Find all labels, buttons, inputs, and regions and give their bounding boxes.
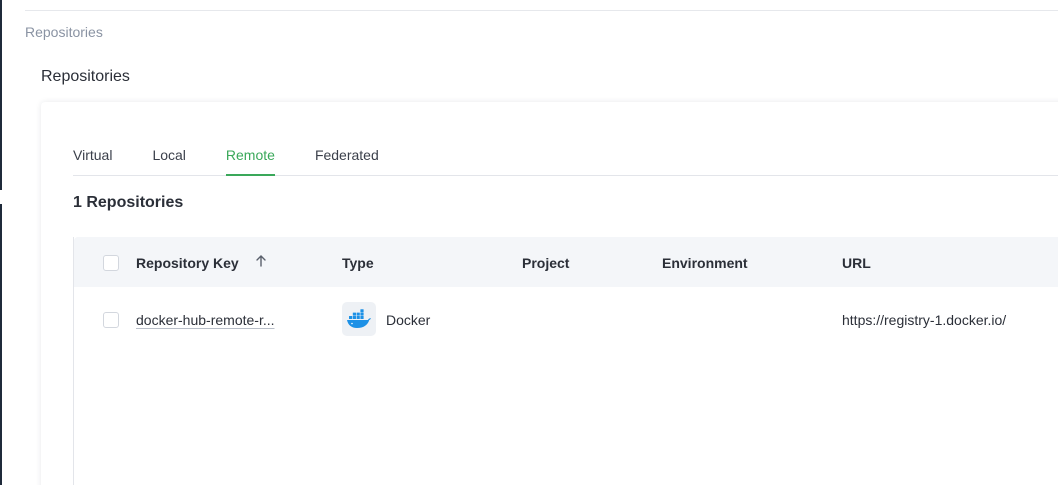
select-all-checkbox[interactable]: [103, 255, 119, 271]
left-sidebar-edge-lower: [0, 204, 2, 485]
repository-key-link[interactable]: docker-hub-remote-r...: [136, 312, 275, 328]
column-header-project[interactable]: Project: [522, 255, 569, 271]
arrow-up-icon[interactable]: [254, 253, 268, 269]
repository-url: https://registry-1.docker.io/: [842, 312, 1007, 328]
left-sidebar-edge: [0, 0, 2, 190]
repositories-table: Repository Key Type Project Environment …: [73, 237, 1058, 485]
tab-federated[interactable]: Federated: [315, 144, 379, 175]
page-title: Repositories: [41, 68, 130, 85]
docker-icon: [347, 309, 371, 328]
tab-local[interactable]: Local: [152, 144, 185, 175]
table-row[interactable]: docker-hub-remote-r... Docker https://re…: [74, 287, 1058, 352]
repositories-page: Repositories Repositories Virtual Local …: [0, 0, 1058, 485]
breadcrumb[interactable]: Repositories: [25, 24, 103, 40]
docker-type-badge: [342, 302, 376, 336]
top-divider: [25, 10, 1058, 11]
repository-type: Docker: [386, 312, 431, 328]
repository-count: 1 Repositories: [73, 194, 184, 211]
column-header-repository-key[interactable]: Repository Key: [136, 255, 239, 271]
column-header-type[interactable]: Type: [342, 255, 374, 271]
column-header-environment[interactable]: Environment: [662, 255, 748, 271]
repository-type-tabs: Virtual Local Remote Federated: [73, 144, 1058, 176]
tab-remote[interactable]: Remote: [225, 144, 275, 176]
table-header: Repository Key Type Project Environment …: [74, 237, 1058, 287]
column-header-url[interactable]: URL: [842, 255, 871, 271]
tab-virtual[interactable]: Virtual: [73, 144, 112, 175]
repositories-card: Virtual Local Remote Federated 1 Reposit…: [41, 102, 1058, 485]
row-select-checkbox[interactable]: [103, 312, 119, 328]
